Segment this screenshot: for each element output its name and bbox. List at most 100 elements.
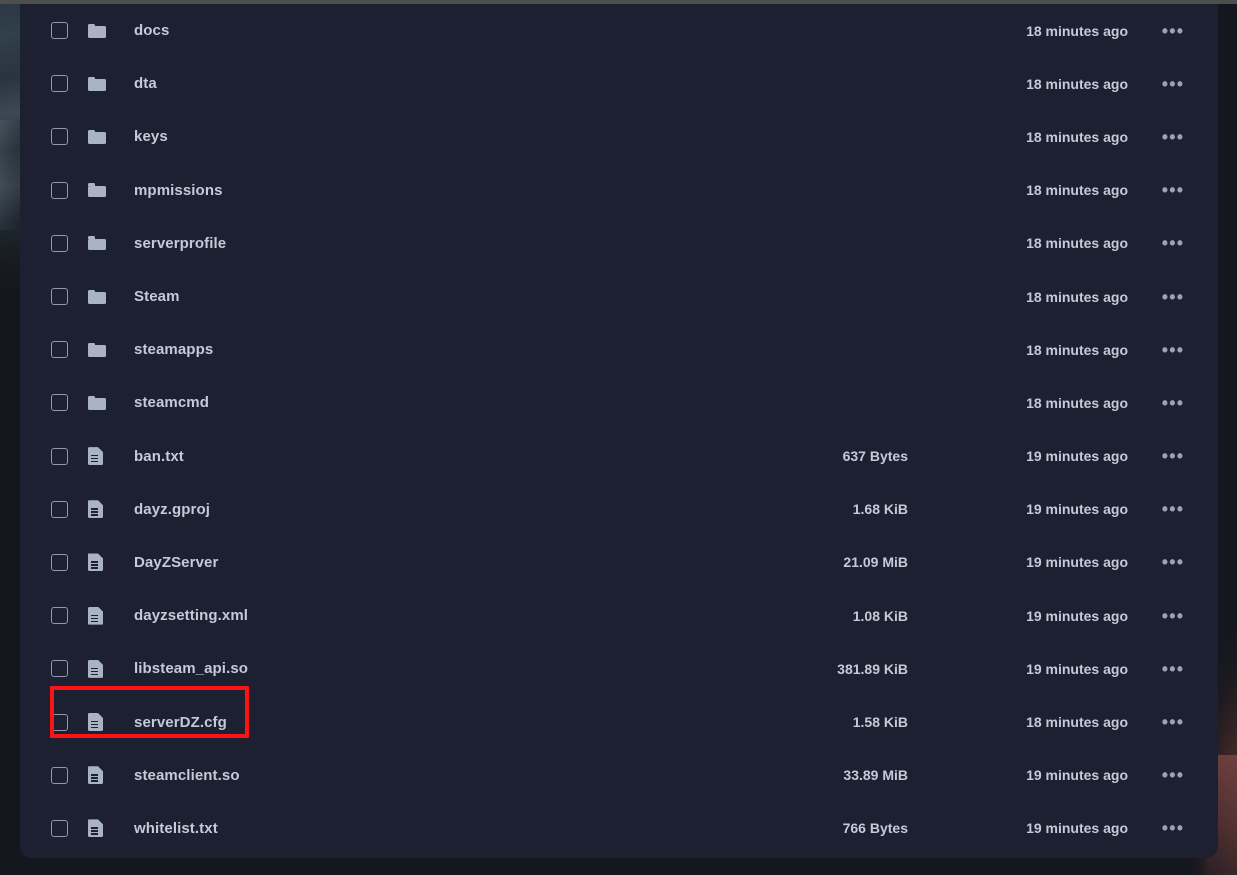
row-checkbox[interactable] [50,500,68,518]
row-checkbox[interactable] [50,766,68,784]
row-checkbox[interactable] [50,553,68,571]
file-name[interactable]: dayz.gproj [120,501,668,518]
row-actions-menu-button[interactable]: ••• [1128,128,1218,146]
file-name[interactable]: Steam [120,288,668,305]
file-name[interactable]: dayzsetting.xml [120,607,668,624]
more-options-icon: ••• [1161,605,1185,626]
table-row[interactable]: dayzsetting.xml 1.08 KiB 19 minutes ago ••• [20,589,1218,642]
file-size: 1.68 KiB [852,501,908,518]
table-row[interactable]: dayz.gproj 1.68 KiB 19 minutes ago ••• [20,483,1218,536]
row-actions-menu-button[interactable]: ••• [1128,660,1218,678]
file-modified-time: 18 minutes ago [1026,128,1128,145]
row-actions-menu-button[interactable]: ••• [1128,553,1218,571]
table-row[interactable]: steamapps 18 minutes ago ••• [20,323,1218,376]
file-modified-time: 19 minutes ago [1026,501,1128,518]
file-icon [88,766,103,785]
more-options-icon: ••• [1161,286,1185,307]
file-modified-time: 18 minutes ago [1026,394,1128,411]
file-name[interactable]: DayZServer [120,554,668,571]
file-name[interactable]: serverprofile [120,235,668,252]
folder-icon [88,23,106,38]
row-actions-menu-button[interactable]: ••• [1128,233,1218,254]
table-row[interactable]: dta 18 minutes ago ••• [20,57,1218,110]
row-actions-menu-button[interactable]: ••• [1128,766,1218,784]
folder-icon [88,76,106,91]
file-name[interactable]: libsteam_api.so [120,660,668,677]
table-row[interactable]: steamclient.so 33.89 MiB 19 minutes ago ••• [20,749,1218,802]
row-actions-menu-button[interactable]: ••• [1128,713,1218,731]
file-name[interactable]: whitelist.txt [120,820,668,837]
row-select-cell [20,288,88,306]
row-actions-menu-button[interactable]: ••• [1128,394,1218,412]
row-checkbox[interactable] [50,181,68,199]
more-options-icon: ••• [1161,499,1185,520]
window-top-strip [0,0,1237,4]
row-icon-cell [88,183,120,198]
file-name[interactable]: steamcmd [120,394,668,411]
table-row[interactable]: serverDZ.cfg 1.58 KiB 18 minutes ago ••• [20,695,1218,748]
file-modified-time: 18 minutes ago [1026,22,1128,39]
row-actions-menu-button[interactable]: ••• [1128,180,1218,201]
row-actions-menu-button[interactable]: ••• [1128,499,1218,520]
file-size: 1.58 KiB [852,714,908,731]
table-row[interactable]: ban.txt 637 Bytes 19 minutes ago ••• [20,430,1218,483]
table-row[interactable]: docs 18 minutes ago ••• [20,4,1218,57]
row-checkbox[interactable] [50,128,68,146]
table-row[interactable]: libsteam_api.so 381.89 KiB 19 minutes ago •… [20,642,1218,695]
file-size: 21.09 MiB [843,554,908,571]
file-modified-time: 19 minutes ago [1026,767,1128,784]
file-name[interactable]: serverDZ.cfg [120,714,668,731]
row-actions-menu-button[interactable]: ••• [1128,286,1218,307]
table-row[interactable]: Steam 18 minutes ago ••• [20,270,1218,323]
row-checkbox[interactable] [50,234,68,252]
row-checkbox[interactable] [50,819,68,837]
row-checkbox[interactable] [50,394,68,412]
row-actions-menu-button[interactable]: ••• [1128,819,1218,837]
more-options-icon: ••• [1161,446,1185,467]
row-icon-cell [88,342,120,357]
table-row[interactable]: DayZServer 21.09 MiB 19 minutes ago ••• [20,536,1218,589]
row-select-cell [20,713,88,731]
file-name[interactable]: keys [120,128,668,145]
file-size: 1.08 KiB [852,607,908,624]
row-checkbox[interactable] [50,341,68,359]
more-options-icon: ••• [1161,233,1185,254]
file-icon [88,819,103,838]
row-actions-menu-button[interactable]: ••• [1128,75,1218,93]
folder-icon [88,129,106,144]
table-row[interactable]: mpmissions 18 minutes ago ••• [20,164,1218,217]
row-actions-menu-button[interactable]: ••• [1128,446,1218,467]
row-checkbox[interactable] [50,447,68,465]
row-checkbox[interactable] [50,288,68,306]
table-row[interactable]: serverprofile 18 minutes ago ••• [20,217,1218,270]
file-name[interactable]: steamapps [120,341,668,358]
file-icon [88,500,103,519]
more-options-icon: ••• [1161,20,1185,41]
row-checkbox[interactable] [50,660,68,678]
file-name[interactable]: mpmissions [120,182,668,199]
file-modified-time: 18 minutes ago [1026,75,1128,92]
row-actions-menu-button[interactable]: ••• [1128,20,1218,41]
file-size: 637 Bytes [842,448,908,465]
row-checkbox[interactable] [50,713,68,731]
table-row[interactable]: whitelist.txt 766 Bytes 19 minutes ago ••• [20,802,1218,855]
row-icon-cell [88,500,120,519]
more-options-icon: ••• [1161,180,1185,201]
table-row[interactable]: keys 18 minutes ago ••• [20,110,1218,163]
row-actions-menu-button[interactable]: ••• [1128,605,1218,626]
row-select-cell [20,447,88,465]
file-icon [88,659,103,678]
table-row[interactable]: steamcmd 18 minutes ago ••• [20,376,1218,429]
file-name[interactable]: ban.txt [120,448,668,465]
file-name[interactable]: docs [120,22,668,39]
row-actions-menu-button[interactable]: ••• [1128,341,1218,359]
file-name[interactable]: dta [120,75,668,92]
row-checkbox[interactable] [50,22,68,40]
file-modified-time: 18 minutes ago [1026,341,1128,358]
row-select-cell [20,234,88,252]
row-checkbox[interactable] [50,75,68,93]
file-name[interactable]: steamclient.so [120,767,668,784]
row-checkbox[interactable] [50,607,68,625]
row-icon-cell [88,76,120,91]
file-modified-time: 19 minutes ago [1026,448,1128,465]
